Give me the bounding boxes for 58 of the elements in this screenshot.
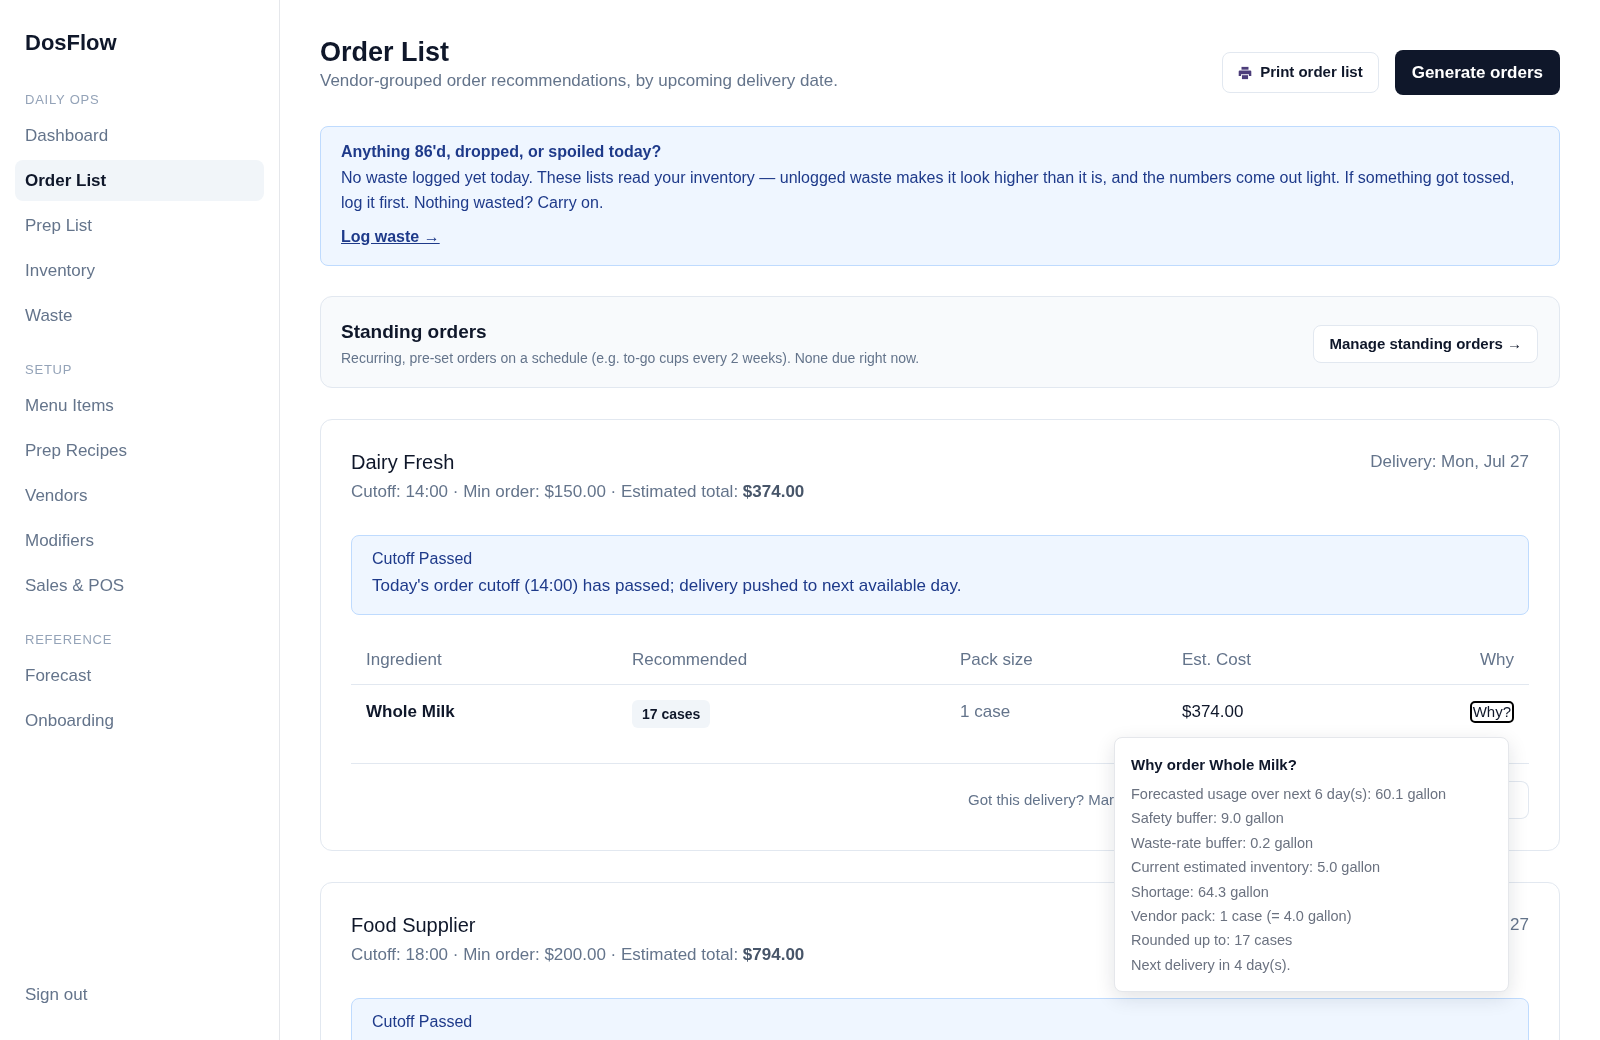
- delivery-prompt: Got this delivery? Mar: [968, 789, 1114, 810]
- nav-item[interactable]: Menu Items: [15, 385, 264, 426]
- estimated-cost: $374.00: [1182, 701, 1244, 723]
- alert-text: Today's order cutoff (14:00) has passed; delivery pushed to next available day.: [372, 575, 963, 597]
- nav-item[interactable]: Modifiers: [15, 520, 264, 561]
- recommended-quantity: 17 cases: [632, 700, 711, 728]
- nav-item[interactable]: Prep List: [15, 205, 264, 246]
- column-header: Why: [1480, 648, 1514, 671]
- banner-title: Anything 86'd, dropped, or spoiled today?: [341, 142, 663, 162]
- vendor-name: Dairy Fresh: [351, 450, 456, 475]
- page-subtitle: Vendor-grouped order recommendations, by upcoming delivery date.: [320, 70, 838, 92]
- generate-orders-button[interactable]: Generate orders: [1394, 50, 1560, 95]
- popover-line: Current estimated inventory: 5.0 gallon: [1131, 858, 1382, 878]
- why-button[interactable]: Why?: [1469, 701, 1514, 723]
- popover-line: Safety buffer: 9.0 gallon: [1131, 809, 1285, 829]
- popover-line: Rounded up to: 17 cases: [1131, 931, 1294, 951]
- alert-title: Cutoff Passed: [372, 1012, 474, 1032]
- sign-out-link[interactable]: Sign out: [15, 982, 98, 1007]
- page-title: Order List: [320, 36, 451, 69]
- nav-item[interactable]: Vendors: [15, 475, 264, 516]
- section-label: REFERENCE: [24, 632, 114, 648]
- nav-item[interactable]: Order List: [15, 160, 264, 201]
- section-label: DAILY OPS: [24, 92, 101, 108]
- nav-item[interactable]: Sales & POS: [15, 565, 264, 606]
- nav-item[interactable]: Dashboard: [15, 115, 264, 156]
- popover-line: Next delivery in 4 day(s).: [1131, 955, 1292, 975]
- popover-line: Vendor pack: 1 case (= 4.0 gallon): [1131, 907, 1353, 927]
- nav-item[interactable]: Onboarding: [15, 700, 264, 741]
- column-header: Est. Cost: [1182, 648, 1251, 671]
- brand-name: DosFlow: [24, 29, 118, 57]
- column-header: Recommended: [632, 648, 748, 671]
- section-label: SETUP: [24, 362, 74, 378]
- popover-title: Why order Whole Milk?: [1131, 755, 1298, 775]
- popover-line: Shortage: 64.3 gallon: [1131, 882, 1270, 902]
- alert-title: Cutoff Passed: [372, 549, 474, 569]
- ingredient-name: Whole Milk: [366, 701, 455, 723]
- column-header: Ingredient: [366, 648, 442, 671]
- popover-line: Waste-rate buffer: 0.2 gallon: [1131, 833, 1315, 853]
- delivery-date: 27: [1510, 914, 1529, 936]
- column-header: Pack size: [960, 648, 1033, 671]
- manage-standing-orders-button[interactable]: Manage standing orders →: [1313, 325, 1538, 363]
- nav-item[interactable]: Inventory: [15, 250, 264, 291]
- vendor-details: Cutoff: 14:00 · Min order: $150.00 · Estimated total: $374.00: [351, 481, 805, 503]
- popover-line: Forecasted usage over next 6 day(s): 60.1 gallon: [1131, 785, 1448, 804]
- partial-button[interactable]: [1509, 781, 1529, 819]
- print-button[interactable]: Print order list: [1222, 52, 1379, 93]
- nav-item[interactable]: Waste: [15, 295, 264, 336]
- nav-item[interactable]: Forecast: [15, 655, 264, 696]
- standing-orders-title: Standing orders: [341, 320, 488, 344]
- nav-item[interactable]: Prep Recipes: [15, 430, 264, 471]
- vendor-details: Cutoff: 18:00 · Min order: $200.00 · Estimated total: $794.00: [351, 944, 805, 966]
- delivery-date: Delivery: Mon, Jul 27: [1370, 451, 1529, 473]
- printer-icon: [1238, 65, 1253, 80]
- vendor-name: Food Supplier: [351, 913, 477, 938]
- standing-orders-description: Recurring, pre-set orders on a schedule (e.g. to-go cups every 2 weeks). None due right now.: [341, 349, 920, 368]
- banner-text: No waste logged yet today. These lists read your inventory — unlogged waste makes it look higher than it is, and the numbers come out light. If something got tossed, log it first. Nothing wasted? Carry on.: [341, 168, 1516, 213]
- pack-size: 1 case: [960, 701, 1011, 723]
- log-waste-link[interactable]: Log waste →: [341, 226, 440, 248]
